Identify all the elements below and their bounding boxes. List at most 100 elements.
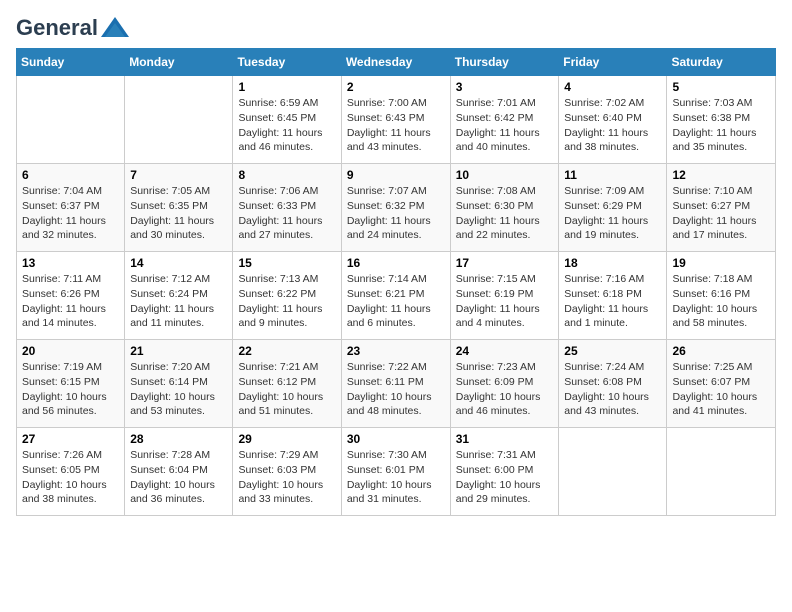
day-info: Sunrise: 7:00 AM Sunset: 6:43 PM Dayligh… xyxy=(347,96,445,155)
calendar-cell: 8 Sunrise: 7:06 AM Sunset: 6:33 PM Daylig… xyxy=(233,164,341,252)
day-number: 13 xyxy=(22,256,119,270)
calendar-week-5: 27 Sunrise: 7:26 AM Sunset: 6:05 PM Dayli… xyxy=(17,428,776,516)
day-info: Sunrise: 7:25 AM Sunset: 6:07 PM Dayligh… xyxy=(672,360,770,419)
day-info: Sunrise: 7:09 AM Sunset: 6:29 PM Dayligh… xyxy=(564,184,661,243)
calendar-cell: 22Sunrise: 7:21 AM Sunset: 6:12 PM Dayli… xyxy=(233,340,341,428)
day-info: Sunrise: 7:22 AM Sunset: 6:11 PM Dayligh… xyxy=(347,360,445,419)
day-info: Sunrise: 7:07 AM Sunset: 6:32 PM Dayligh… xyxy=(347,184,445,243)
calendar-cell: 26 Sunrise: 7:25 AM Sunset: 6:07 PM Dayli… xyxy=(667,340,776,428)
day-number: 12 xyxy=(672,168,770,182)
calendar-cell: 1 Sunrise: 6:59 AM Sunset: 6:45 PM Daylig… xyxy=(233,76,341,164)
day-number: 8 xyxy=(238,168,335,182)
calendar-cell: 4 Sunrise: 7:02 AM Sunset: 6:40 PM Daylig… xyxy=(559,76,667,164)
day-info: Sunrise: 7:13 AM Sunset: 6:22 PM Dayligh… xyxy=(238,272,335,331)
weekday-header-monday: Monday xyxy=(125,49,233,76)
day-number: 22 xyxy=(238,344,335,358)
day-number: 5 xyxy=(672,80,770,94)
day-info: Sunrise: 7:26 AM Sunset: 6:05 PM Dayligh… xyxy=(22,448,119,507)
calendar-cell: 3 Sunrise: 7:01 AM Sunset: 6:42 PM Daylig… xyxy=(450,76,559,164)
day-number: 20 xyxy=(22,344,119,358)
calendar-cell xyxy=(559,428,667,516)
calendar-cell xyxy=(17,76,125,164)
day-number: 24 xyxy=(456,344,554,358)
day-number: 27 xyxy=(22,432,119,446)
day-number: 16 xyxy=(347,256,445,270)
day-info: Sunrise: 7:23 AM Sunset: 6:09 PM Dayligh… xyxy=(456,360,554,419)
calendar-week-3: 13Sunrise: 7:11 AM Sunset: 6:26 PM Dayli… xyxy=(17,252,776,340)
page-header: General xyxy=(16,16,776,36)
calendar-week-4: 20 Sunrise: 7:19 AM Sunset: 6:15 PM Dayli… xyxy=(17,340,776,428)
day-info: Sunrise: 7:02 AM Sunset: 6:40 PM Dayligh… xyxy=(564,96,661,155)
day-number: 19 xyxy=(672,256,770,270)
logo-icon xyxy=(101,17,129,37)
calendar-cell: 10Sunrise: 7:08 AM Sunset: 6:30 PM Dayli… xyxy=(450,164,559,252)
calendar-cell xyxy=(667,428,776,516)
day-info: Sunrise: 7:31 AM Sunset: 6:00 PM Dayligh… xyxy=(456,448,554,507)
day-number: 18 xyxy=(564,256,661,270)
calendar-cell: 17Sunrise: 7:15 AM Sunset: 6:19 PM Dayli… xyxy=(450,252,559,340)
calendar-cell: 2 Sunrise: 7:00 AM Sunset: 6:43 PM Daylig… xyxy=(341,76,450,164)
calendar-cell: 12 Sunrise: 7:10 AM Sunset: 6:27 PM Dayli… xyxy=(667,164,776,252)
day-number: 15 xyxy=(238,256,335,270)
day-info: Sunrise: 7:04 AM Sunset: 6:37 PM Dayligh… xyxy=(22,184,119,243)
day-number: 11 xyxy=(564,168,661,182)
weekday-header-tuesday: Tuesday xyxy=(233,49,341,76)
day-info: Sunrise: 6:59 AM Sunset: 6:45 PM Dayligh… xyxy=(238,96,335,155)
calendar-cell: 20 Sunrise: 7:19 AM Sunset: 6:15 PM Dayli… xyxy=(17,340,125,428)
day-info: Sunrise: 7:18 AM Sunset: 6:16 PM Dayligh… xyxy=(672,272,770,331)
calendar-cell: 9 Sunrise: 7:07 AM Sunset: 6:32 PM Daylig… xyxy=(341,164,450,252)
calendar-cell: 7Sunrise: 7:05 AM Sunset: 6:35 PM Daylig… xyxy=(125,164,233,252)
day-info: Sunrise: 7:06 AM Sunset: 6:33 PM Dayligh… xyxy=(238,184,335,243)
day-number: 10 xyxy=(456,168,554,182)
calendar-cell: 28 Sunrise: 7:28 AM Sunset: 6:04 PM Dayli… xyxy=(125,428,233,516)
calendar-cell: 27 Sunrise: 7:26 AM Sunset: 6:05 PM Dayli… xyxy=(17,428,125,516)
calendar-cell xyxy=(125,76,233,164)
day-info: Sunrise: 7:24 AM Sunset: 6:08 PM Dayligh… xyxy=(564,360,661,419)
day-info: Sunrise: 7:20 AM Sunset: 6:14 PM Dayligh… xyxy=(130,360,227,419)
day-number: 26 xyxy=(672,344,770,358)
day-info: Sunrise: 7:19 AM Sunset: 6:15 PM Dayligh… xyxy=(22,360,119,419)
calendar-cell: 30Sunrise: 7:30 AM Sunset: 6:01 PM Dayli… xyxy=(341,428,450,516)
calendar-table: SundayMondayTuesdayWednesdayThursdayFrid… xyxy=(16,48,776,516)
calendar-cell: 18 Sunrise: 7:16 AM Sunset: 6:18 PM Dayli… xyxy=(559,252,667,340)
day-info: Sunrise: 7:12 AM Sunset: 6:24 PM Dayligh… xyxy=(130,272,227,331)
day-info: Sunrise: 7:29 AM Sunset: 6:03 PM Dayligh… xyxy=(238,448,335,507)
calendar-cell: 25 Sunrise: 7:24 AM Sunset: 6:08 PM Dayli… xyxy=(559,340,667,428)
logo-label: General xyxy=(16,16,98,40)
day-info: Sunrise: 7:03 AM Sunset: 6:38 PM Dayligh… xyxy=(672,96,770,155)
day-number: 2 xyxy=(347,80,445,94)
day-info: Sunrise: 7:05 AM Sunset: 6:35 PM Dayligh… xyxy=(130,184,227,243)
day-info: Sunrise: 7:01 AM Sunset: 6:42 PM Dayligh… xyxy=(456,96,554,155)
logo: General xyxy=(16,16,129,36)
weekday-header-sunday: Sunday xyxy=(17,49,125,76)
day-info: Sunrise: 7:16 AM Sunset: 6:18 PM Dayligh… xyxy=(564,272,661,331)
day-number: 25 xyxy=(564,344,661,358)
day-number: 4 xyxy=(564,80,661,94)
calendar-cell: 16Sunrise: 7:14 AM Sunset: 6:21 PM Dayli… xyxy=(341,252,450,340)
weekday-header-saturday: Saturday xyxy=(667,49,776,76)
day-number: 21 xyxy=(130,344,227,358)
day-number: 23 xyxy=(347,344,445,358)
calendar-cell: 31 Sunrise: 7:31 AM Sunset: 6:00 PM Dayli… xyxy=(450,428,559,516)
day-number: 31 xyxy=(456,432,554,446)
day-number: 28 xyxy=(130,432,227,446)
calendar-week-2: 6 Sunrise: 7:04 AM Sunset: 6:37 PM Daylig… xyxy=(17,164,776,252)
calendar-cell: 21 Sunrise: 7:20 AM Sunset: 6:14 PM Dayli… xyxy=(125,340,233,428)
day-number: 1 xyxy=(238,80,335,94)
day-info: Sunrise: 7:10 AM Sunset: 6:27 PM Dayligh… xyxy=(672,184,770,243)
day-info: Sunrise: 7:28 AM Sunset: 6:04 PM Dayligh… xyxy=(130,448,227,507)
day-info: Sunrise: 7:30 AM Sunset: 6:01 PM Dayligh… xyxy=(347,448,445,507)
weekday-header-wednesday: Wednesday xyxy=(341,49,450,76)
day-info: Sunrise: 7:15 AM Sunset: 6:19 PM Dayligh… xyxy=(456,272,554,331)
calendar-cell: 24 Sunrise: 7:23 AM Sunset: 6:09 PM Dayli… xyxy=(450,340,559,428)
day-number: 6 xyxy=(22,168,119,182)
weekday-header-row: SundayMondayTuesdayWednesdayThursdayFrid… xyxy=(17,49,776,76)
calendar-cell: 11 Sunrise: 7:09 AM Sunset: 6:29 PM Dayli… xyxy=(559,164,667,252)
calendar-cell: 15 Sunrise: 7:13 AM Sunset: 6:22 PM Dayli… xyxy=(233,252,341,340)
day-number: 3 xyxy=(456,80,554,94)
day-number: 14 xyxy=(130,256,227,270)
calendar-cell: 29Sunrise: 7:29 AM Sunset: 6:03 PM Dayli… xyxy=(233,428,341,516)
calendar-week-1: 1 Sunrise: 6:59 AM Sunset: 6:45 PM Daylig… xyxy=(17,76,776,164)
day-number: 9 xyxy=(347,168,445,182)
weekday-header-thursday: Thursday xyxy=(450,49,559,76)
